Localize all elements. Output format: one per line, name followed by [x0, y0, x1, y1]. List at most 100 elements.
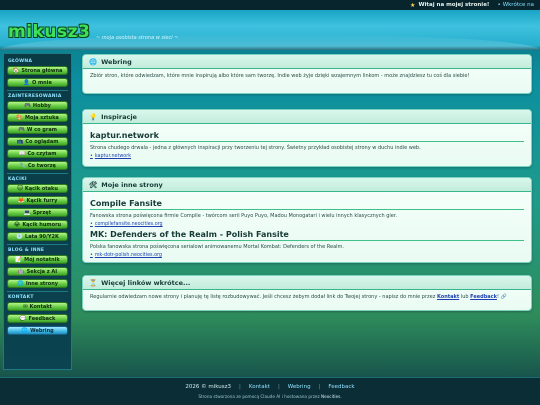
- star-icon: ★: [410, 1, 416, 9]
- entry-divider: [90, 209, 524, 210]
- tools-icon: 🛠: [89, 180, 98, 189]
- sidebar-item-label: Kącik otaku: [24, 185, 58, 192]
- globe-icon: 🌐: [16, 280, 24, 287]
- site-entry-link[interactable]: kaptur.network: [90, 154, 131, 159]
- footer-note: Strona stworzona ze pomocą Claude AI i h…: [0, 394, 540, 399]
- home-icon: 🏠: [12, 67, 20, 74]
- coming-soon-ticker: • Wkrótce na: [497, 2, 534, 8]
- other-sites-panel: 🛠 Moje inne strony Compile Fansite Fanow…: [82, 177, 532, 263]
- site-header: mikusz3 ~ moja osobista strona w sieci ~: [0, 10, 540, 50]
- envelope-icon: ✉: [23, 303, 28, 310]
- sidebar-item-contact[interactable]: ✉ Kontakt: [7, 302, 68, 311]
- bullet-icon: •: [497, 2, 501, 8]
- sidebar-item-label: Co tworzę: [27, 162, 56, 169]
- more-text-mid: lub: [460, 294, 469, 300]
- sidebar-item-label: Hobby: [32, 102, 51, 109]
- site-entry-title: kaptur.network: [90, 131, 159, 140]
- gamepad-icon: 🎮: [18, 126, 25, 133]
- panel-body: Compile Fansite Fanowska strona poświęco…: [83, 192, 531, 262]
- footer-separator: |: [277, 384, 280, 390]
- welcome-text: Witaj na mojej stronie!: [418, 2, 490, 8]
- sidebar-section-title: ZAINTERESOWANIA: [8, 94, 62, 99]
- sidebar-item-feedback[interactable]: 💬 Feedback: [7, 314, 68, 323]
- sidebar-item-label: Co oglądam: [25, 138, 59, 145]
- sidebar-item-label: Webring: [30, 327, 54, 334]
- entry-divider: [90, 240, 524, 241]
- sidebar-item-label: O mnie: [31, 79, 52, 86]
- coming-soon-text: Wkrótce na: [502, 2, 534, 8]
- sidebar-item-otaku[interactable]: 🐱 Kącik otaku: [7, 184, 68, 193]
- panel-body: Regularnie odwiedzam nowe strony i planu…: [83, 290, 531, 305]
- site-entry-description: Strona chudego drwala - jedna z głównych…: [90, 145, 421, 151]
- footer-link-webring[interactable]: Webring: [288, 384, 311, 390]
- disc-icon: 💿: [16, 233, 24, 240]
- sidebar-item-furry[interactable]: 🦊 Kącik furry: [7, 196, 68, 205]
- footer-host-link[interactable]: Neocities.: [321, 394, 342, 399]
- entry-divider: [90, 141, 524, 142]
- sidebar-item-creating[interactable]: 🔧 Co tworzę: [7, 161, 68, 170]
- sidebar-divider: [7, 244, 68, 245]
- panel-title: Więcej linków wkrótce...: [101, 278, 191, 287]
- sidebar-divider: [7, 173, 68, 174]
- sidebar-item-label: Inne strony: [25, 280, 59, 287]
- welcome-message: ★ Witaj na mojej stronie!: [410, 2, 489, 9]
- footer-link-feedback[interactable]: Feedback: [328, 384, 354, 390]
- panel-body: kaptur.network Strona chudego drwala - j…: [83, 124, 531, 163]
- sidebar-item-hardware[interactable]: 💻 Sprzęt: [7, 208, 68, 217]
- sidebar-item-label: Mój notatnik: [24, 256, 60, 263]
- sidebar-item-watching[interactable]: 📺 Co oglądam: [7, 137, 68, 146]
- panel-header: 🛠 Moje inne strony: [83, 178, 531, 192]
- sidebar-item-notebook[interactable]: 📝 Mój notatnik: [7, 255, 68, 264]
- sidebar-item-label: Strona główna: [21, 67, 63, 74]
- site-entry-link[interactable]: mk-dotr-polish.neocities.org: [90, 253, 162, 258]
- panel-title: Inspiracje: [101, 112, 137, 121]
- sidebar-item-games[interactable]: 🎮 W co gram: [7, 125, 68, 134]
- panel-header: ⏳ Więcej linków wkrótce...: [83, 276, 531, 290]
- sidebar-item-label: Sprzęt: [32, 209, 52, 216]
- sidebar-item-art[interactable]: 🎨 Moja sztuka: [7, 113, 68, 122]
- laugh-icon: 😂: [13, 221, 21, 228]
- sidebar-item-other-sites[interactable]: 🌐 Inne strony: [7, 279, 68, 288]
- site-entry-description: Polska fanowska strona poświęcona serial…: [90, 244, 344, 250]
- sidebar-section-title: KONTAKT: [8, 295, 34, 300]
- cat-icon: 🐱: [17, 185, 23, 192]
- wrench-icon: 🔧: [19, 162, 26, 169]
- more-text-after: ! 🔗: [496, 294, 507, 300]
- contact-link[interactable]: Kontakt: [437, 294, 459, 300]
- sidebar-item-about[interactable]: 👤 O mnie: [7, 78, 68, 87]
- sidebar-item-retro[interactable]: 💿 Lata 90/Y2K: [7, 232, 68, 241]
- site-entry-title: MK: Defenders of the Realm - Polish Fans…: [90, 230, 289, 239]
- sidebar-item-home[interactable]: 🏠 Strona główna: [7, 66, 68, 75]
- webring-panel: 🌐 Webring Zbiór stron, które odwiedzam, …: [82, 54, 532, 94]
- sidebar-section-title: KĄCIKI: [8, 177, 27, 182]
- feedback-link[interactable]: Feedback: [470, 294, 497, 300]
- site-tagline: ~ moja osobista strona w sieci ~: [96, 35, 179, 41]
- gamepad-icon: 🎮: [24, 102, 31, 109]
- sidebar-item-label: Sekcja z AI: [26, 268, 58, 275]
- speech-bubble-icon: 💬: [19, 315, 27, 322]
- lightbulb-icon: 💡: [89, 112, 98, 121]
- user-icon: 👤: [23, 79, 30, 86]
- site-entry-title: Compile Fansite: [90, 199, 162, 208]
- sidebar-navigation: GŁÓWNA 🏠 Strona główna 👤 O mnie ZAINTERESO…: [3, 53, 72, 370]
- sidebar-section-title: BLOG & INNE: [8, 248, 45, 253]
- sidebar-item-reading[interactable]: 📖 Co czytam: [7, 149, 68, 158]
- inspiration-panel: 💡 Inspiracje kaptur.network Strona chude…: [82, 109, 532, 167]
- sidebar-item-hobby[interactable]: 🎮 Hobby: [7, 101, 68, 110]
- site-logo[interactable]: mikusz3: [8, 22, 90, 42]
- sidebar-item-label: Kontakt: [29, 303, 52, 310]
- sidebar-item-humor[interactable]: 😂 Kącik humoru: [7, 220, 68, 229]
- footer-copyright: 2026 © mikusz3: [185, 384, 232, 390]
- panel-title: Webring: [101, 57, 132, 66]
- webring-description: Zbiór stron, które odwiedzam, które mnie…: [90, 73, 470, 79]
- footer-link-contact[interactable]: Kontakt: [249, 384, 270, 390]
- palette-icon: 🎨: [16, 114, 24, 121]
- sidebar-section-title: GŁÓWNA: [8, 59, 33, 64]
- globe-icon: 🌐: [89, 57, 98, 66]
- sidebar-item-ai[interactable]: 🤖 Sekcja z AI: [7, 267, 68, 276]
- sidebar-item-webring[interactable]: 🌐 Webring: [7, 326, 68, 335]
- site-entry-link[interactable]: compilefansite.neocities.org: [90, 222, 163, 227]
- panel-body: Zbiór stron, które odwiedzam, które mnie…: [83, 69, 531, 84]
- footer-separator: |: [239, 384, 241, 390]
- sidebar-divider: [7, 291, 68, 292]
